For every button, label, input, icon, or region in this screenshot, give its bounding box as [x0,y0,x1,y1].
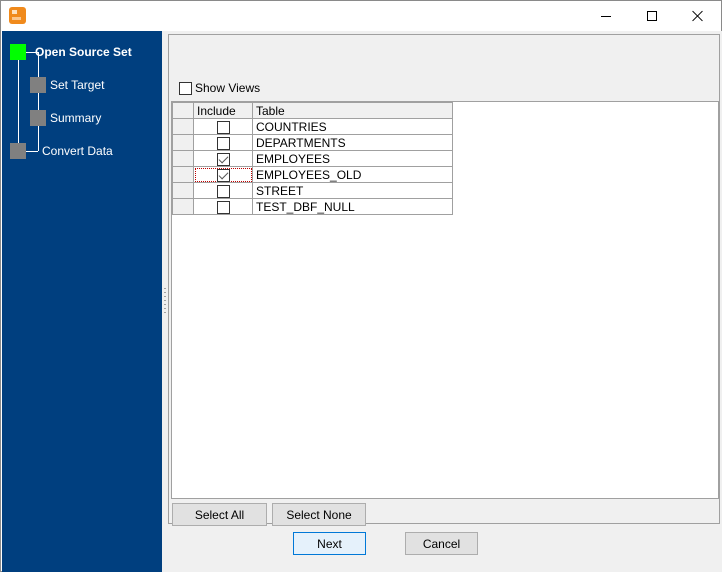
show-views-checkbox[interactable]: Show Views [179,81,260,95]
table-row[interactable]: STREET [172,182,453,199]
tables-grid: Include Table COUNTRIES DEPARTMENTS EMPLOY… [171,101,719,499]
include-cell[interactable] [193,182,253,199]
column-header-include[interactable]: Include [193,102,253,119]
step-status-icon [10,44,26,60]
checkbox-icon[interactable] [179,81,192,95]
app-icon [9,7,26,24]
cancel-button[interactable]: Cancel [405,532,478,555]
row-header-corner [172,102,194,119]
step-convert-data: Convert Data [10,143,113,159]
step-status-icon [30,110,46,126]
unchecked-checkbox-icon[interactable] [216,120,230,134]
grid-header-row: Include Table [172,102,453,119]
unchecked-checkbox-icon[interactable] [216,200,230,214]
select-all-button[interactable]: Select All [172,503,267,526]
table-selection-panel: Show Views Include Table COUNTRIES DEPART… [168,34,720,526]
wizard-steps-sidebar: Open Source Set Set Target Summary Conve… [2,31,162,572]
minimize-icon [601,15,611,17]
step-open-source-set: Open Source Set [10,44,132,60]
close-icon [692,10,704,22]
maximize-button[interactable] [629,1,675,31]
include-cell[interactable] [193,118,253,135]
tree-line [38,52,39,151]
row-header[interactable] [172,166,194,183]
minimize-button[interactable] [583,1,629,31]
include-cell[interactable] [193,150,253,167]
close-button[interactable] [675,1,721,31]
title-bar [1,1,721,31]
row-header[interactable] [172,198,194,215]
include-cell[interactable] [193,134,253,151]
row-header[interactable] [172,118,194,135]
table-name-cell: COUNTRIES [252,118,453,135]
step-status-icon [10,143,26,159]
step-label: Convert Data [42,144,113,158]
show-views-label: Show Views [195,81,261,95]
step-set-target: Set Target [30,77,104,93]
tree-line [18,52,19,151]
checked-checkbox-icon[interactable] [216,168,230,182]
step-status-icon [30,77,46,93]
row-header[interactable] [172,134,194,151]
column-header-table[interactable]: Table [252,102,453,119]
next-button[interactable]: Next [293,532,366,555]
tables-grid-table: Include Table COUNTRIES DEPARTMENTS EMPLOY… [172,102,453,215]
step-label: Open Source Set [35,45,132,59]
table-name-cell: EMPLOYEES_OLD [252,166,453,183]
splitter-grip-icon[interactable] [164,288,166,316]
table-row[interactable]: TEST_DBF_NULL [172,198,453,215]
table-name-cell: EMPLOYEES [252,150,453,167]
table-row[interactable]: DEPARTMENTS [172,134,453,151]
unchecked-checkbox-icon[interactable] [216,136,230,150]
table-name-cell: STREET [252,182,453,199]
table-name-cell: TEST_DBF_NULL [252,198,453,215]
step-label: Set Target [50,78,105,92]
table-row[interactable]: EMPLOYEES [172,150,453,167]
checked-checkbox-icon[interactable] [216,152,230,166]
select-none-button[interactable]: Select None [272,503,366,526]
table-row[interactable]: COUNTRIES [172,118,453,135]
row-header[interactable] [172,182,194,199]
wizard-window: Open Source Set Set Target Summary Conve… [0,0,722,572]
table-row[interactable]: EMPLOYEES_OLD [172,166,453,183]
step-summary: Summary [30,110,101,126]
row-header[interactable] [172,150,194,167]
include-cell[interactable] [193,198,253,215]
content-area: Show Views Include Table COUNTRIES DEPART… [168,31,722,572]
table-name-cell: DEPARTMENTS [252,134,453,151]
maximize-icon [647,11,657,21]
step-label: Summary [50,111,102,125]
include-cell[interactable] [193,166,253,183]
unchecked-checkbox-icon[interactable] [216,184,230,198]
